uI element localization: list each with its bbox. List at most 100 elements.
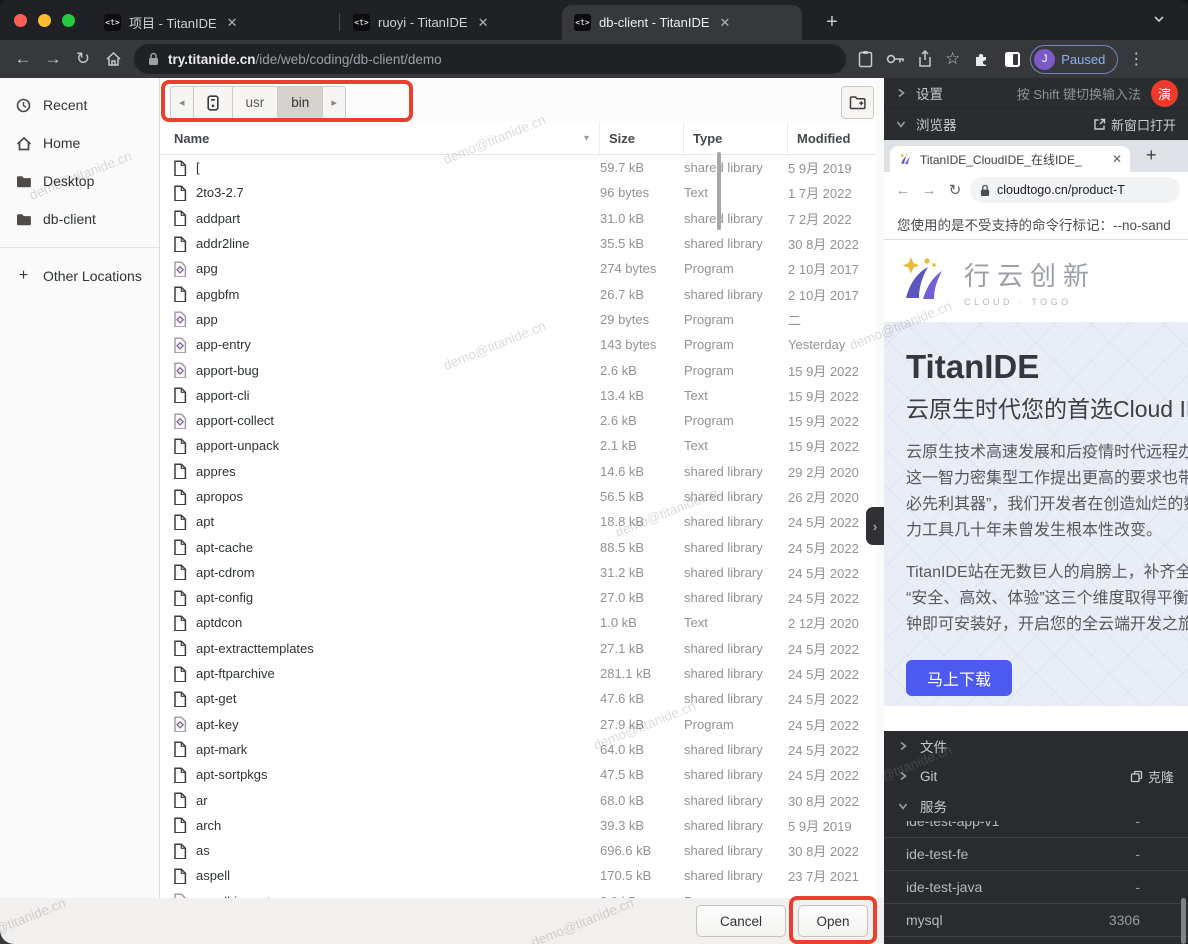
breadcrumb-forward-button[interactable]: ▸ [323, 87, 345, 118]
brand-name-en: CLOUD · TOGO [964, 297, 1096, 307]
close-window-button[interactable] [14, 14, 27, 27]
file-row[interactable]: app-entry 143 bytes Program Yesterday [160, 332, 876, 357]
file-row[interactable]: apt-mark 64.0 kB shared library 24 5月 20… [160, 737, 876, 762]
browser-menu-kebab-icon[interactable]: ⋮ [1128, 49, 1144, 69]
file-row[interactable]: aptdcon 1.0 kB Text 2 12月 2020 [160, 610, 876, 635]
column-header-modified[interactable]: Modified [788, 122, 876, 154]
file-list-scrollbar-thumb[interactable] [717, 152, 721, 230]
inner-browser-tab[interactable]: TitanIDE_CloudIDE_在线IDE_ ✕ [890, 146, 1130, 172]
file-row[interactable]: apt 18.8 kB shared library 24 5月 2022 [160, 509, 876, 534]
browser-section-row[interactable]: 浏览器 新窗口打开 [884, 109, 1188, 140]
file-row[interactable]: apg 274 bytes Program 2 10月 2017 [160, 256, 876, 281]
file-row[interactable]: apport-unpack 2.1 kB Text 15 9月 2022 [160, 433, 876, 458]
inner-address-bar[interactable]: cloudtogo.cn/product-T [970, 177, 1180, 203]
file-row[interactable]: apport-collect 2.6 kB Program 15 9月 2022 [160, 408, 876, 433]
forward-icon[interactable]: → [38, 44, 68, 74]
cancel-button[interactable]: Cancel [696, 905, 786, 937]
file-icon [173, 817, 187, 833]
tab-close-icon[interactable]: ✕ [718, 15, 733, 31]
new-tab-button[interactable]: + [818, 8, 846, 36]
sidebar-item-desktop[interactable]: Desktop [0, 162, 159, 200]
service-row[interactable]: ide-test-fe - [884, 838, 1188, 871]
download-now-button[interactable]: 马上下载 [906, 660, 1012, 696]
back-icon[interactable]: ← [8, 44, 38, 74]
share-icon[interactable] [918, 50, 932, 68]
file-row[interactable]: 2to3-2.7 96 bytes Text 1 7月 2022 [160, 180, 876, 205]
maximize-window-button[interactable] [62, 14, 75, 27]
service-row[interactable]: ide-test-app-v1 - [884, 821, 1188, 838]
open-new-window-button[interactable]: 新窗口打开 [1093, 115, 1176, 134]
sidebar-item-recent[interactable]: Recent [0, 86, 159, 124]
file-row[interactable]: apropos 56.5 kB shared library 26 2月 202… [160, 484, 876, 509]
inner-reload-icon[interactable]: ↻ [944, 181, 966, 199]
bookmark-star-icon[interactable]: ☆ [945, 49, 960, 69]
file-type: shared library [684, 767, 788, 782]
section-services[interactable]: 服务 [884, 791, 1188, 821]
browser-tab-db-client-active[interactable]: <t> db-client - TitanIDE ✕ [562, 5, 802, 40]
column-header-type[interactable]: Type [684, 122, 788, 154]
chevron-right-icon [898, 771, 908, 781]
git-clone-button[interactable]: 克隆 [1130, 767, 1174, 786]
browser-tab-ruoyi[interactable]: <t> ruoyi - TitanIDE ✕ [341, 5, 560, 40]
file-row[interactable]: addr2line 35.5 kB shared library 30 8月 2… [160, 231, 876, 256]
clipboard-icon[interactable] [858, 50, 873, 68]
address-bar[interactable]: try.titanide.cn/ide/web/coding/db-client… [134, 44, 846, 74]
section-git[interactable]: Git 克隆 [884, 761, 1188, 791]
panel-expand-handle[interactable]: › [866, 507, 884, 545]
file-row[interactable]: appres 14.6 kB shared library 29 2月 2020 [160, 459, 876, 484]
side-panel-icon[interactable] [1004, 51, 1021, 68]
tab-close-icon[interactable]: ✕ [225, 15, 240, 31]
breadcrumb-segment-bin[interactable]: bin [278, 87, 323, 118]
file-row[interactable]: apport-bug 2.6 kB Program 15 9月 2022 [160, 357, 876, 382]
settings-label: 设置 [916, 83, 943, 103]
file-row[interactable]: apt-cdrom 31.2 kB shared library 24 5月 2… [160, 560, 876, 585]
file-row[interactable]: arch 39.3 kB shared library 5 9月 2019 [160, 813, 876, 838]
breadcrumb-segment-usr[interactable]: usr [233, 87, 279, 118]
file-row[interactable]: as 696.6 kB shared library 30 8月 2022 [160, 838, 876, 863]
file-row[interactable]: app 29 bytes Program 二 [160, 307, 876, 332]
file-row[interactable]: apport-cli 13.4 kB Text 15 9月 2022 [160, 383, 876, 408]
profile-chip[interactable]: J Paused [1030, 45, 1118, 74]
settings-row[interactable]: 设置 按 Shift 键切换输入法 演 [884, 78, 1188, 109]
file-row[interactable]: apt-cache 88.5 kB shared library 24 5月 2… [160, 534, 876, 559]
file-name: apt-cache [196, 540, 253, 555]
inner-forward-icon[interactable]: → [918, 182, 940, 199]
file-row[interactable]: apt-key 27.9 kB Program 24 5月 2022 [160, 712, 876, 737]
minimize-window-button[interactable] [38, 14, 51, 27]
sidebar-item-home[interactable]: Home [0, 124, 159, 162]
file-row[interactable]: aspell-import 2.0 kB Program 23 7月 2021 [160, 889, 876, 898]
file-row[interactable]: apgbfm 26.7 kB shared library 2 10月 2017 [160, 281, 876, 306]
file-row[interactable]: apt-extracttemplates 27.1 kB shared libr… [160, 636, 876, 661]
breadcrumb-computer-button[interactable] [194, 87, 233, 118]
new-folder-button[interactable] [841, 86, 874, 119]
tab-close-icon[interactable]: ✕ [476, 15, 491, 31]
file-row[interactable]: addpart 31.0 kB shared library 7 2月 2022 [160, 206, 876, 231]
column-header-size[interactable]: Size [600, 122, 684, 154]
inner-new-tab-button[interactable]: + [1146, 145, 1157, 166]
sidebar-item-other-locations[interactable]: + Other Locations [0, 257, 159, 295]
file-row[interactable]: [ 59.7 kB shared library 5 9月 2019 [160, 155, 876, 180]
file-row[interactable]: apt-sortpkgs 47.5 kB shared library 24 5… [160, 762, 876, 787]
open-button[interactable]: Open [798, 905, 868, 937]
reload-icon[interactable]: ↻ [68, 44, 98, 74]
inner-tab-close-icon[interactable]: ✕ [1112, 152, 1122, 166]
key-icon[interactable] [886, 53, 905, 65]
file-row[interactable]: apt-ftparchive 281.1 kB shared library 2… [160, 661, 876, 686]
service-row[interactable]: mysql 3306 [884, 904, 1188, 937]
file-row[interactable]: apt-get 47.6 kB shared library 24 5月 202… [160, 686, 876, 711]
services-scrollbar-thumb[interactable] [1181, 898, 1186, 944]
file-row[interactable]: ar 68.0 kB shared library 30 8月 2022 [160, 787, 876, 812]
inner-back-icon[interactable]: ← [892, 182, 914, 199]
breadcrumb: ◂ usr bin ▸ [170, 86, 346, 119]
tab-search-chevron-icon[interactable] [1152, 12, 1166, 26]
breadcrumb-back-button[interactable]: ◂ [171, 87, 194, 118]
service-row[interactable]: ide-test-java - [884, 871, 1188, 904]
column-header-name[interactable]: Name▾ [160, 122, 600, 154]
file-row[interactable]: apt-config 27.0 kB shared library 24 5月 … [160, 585, 876, 610]
sidebar-item-db-client[interactable]: db-client [0, 200, 159, 238]
file-row[interactable]: aspell 170.5 kB shared library 23 7月 202… [160, 863, 876, 888]
section-files[interactable]: 文件 [884, 731, 1188, 761]
extensions-puzzle-icon[interactable] [973, 50, 991, 68]
home-icon[interactable] [98, 44, 128, 74]
browser-tab-project[interactable]: <t> 项目 - TitanIDE ✕ [92, 5, 337, 40]
